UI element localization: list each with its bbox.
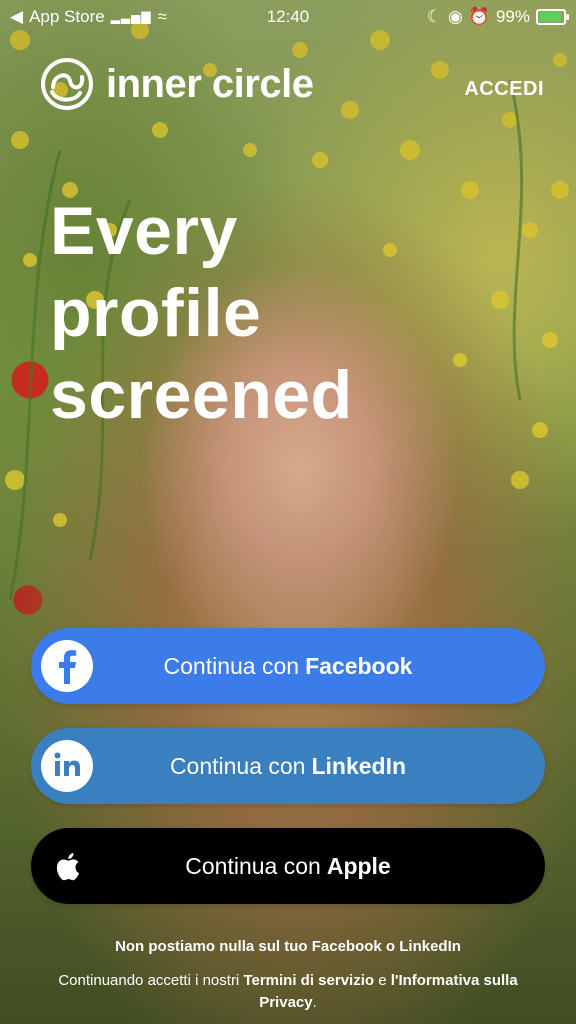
facebook-button-provider: Facebook — [305, 652, 413, 679]
app-screen: ◀ App Store ▂▃▅▇ ≈ 12:40 ☾ ◉ ⏰ 99% inner… — [0, 0, 576, 1024]
facebook-button-prefix: Continua con — [163, 652, 300, 679]
hero-headline: Every profile screened — [50, 190, 510, 436]
headline-line-1: Every — [50, 193, 238, 269]
legal-text: Continuando accetti i nostri Termini di … — [44, 970, 532, 1014]
apple-button-provider: Apple — [326, 852, 391, 879]
linkedin-icon — [41, 740, 93, 792]
legal-prefix: Continuando accetti i nostri — [58, 972, 240, 989]
battery-icon — [536, 9, 569, 25]
brand-name: inner circle — [106, 61, 314, 106]
continue-with-linkedin-button[interactable]: Continua con LinkedIn — [31, 728, 545, 804]
continue-with-apple-button[interactable]: Continua con Apple — [31, 828, 545, 904]
battery-percentage: 99% — [495, 7, 530, 26]
inner-circle-logo-icon — [41, 58, 93, 110]
apple-icon — [41, 840, 93, 892]
linkedin-button-prefix: Continua con — [169, 752, 306, 779]
legal-and: e — [378, 972, 387, 989]
terms-link[interactable]: Termini di servizio — [243, 972, 374, 989]
headline-line-2: profile — [50, 275, 262, 351]
facebook-icon — [41, 640, 93, 692]
rotation-lock-icon: ◉ — [447, 7, 463, 26]
login-link[interactable]: ACCEDI — [464, 78, 544, 101]
legal-period: . — [312, 994, 317, 1011]
apple-button-prefix: Continua con — [185, 852, 321, 879]
continue-with-facebook-button[interactable]: Continua con Facebook — [31, 628, 545, 704]
brand-logo: inner circle — [40, 57, 314, 111]
moon-icon: ☾ — [426, 7, 442, 26]
headline-line-3: screened — [50, 357, 353, 433]
privacy-notice: Non postiamo nulla sul tuo Facebook o Li… — [115, 938, 461, 955]
linkedin-button-provider: LinkedIn — [311, 752, 407, 779]
alarm-icon: ⏰ — [468, 7, 490, 26]
status-bar: ◀ App Store ▂▃▅▇ ≈ 12:40 ☾ ◉ ⏰ 99% — [0, 0, 576, 32]
